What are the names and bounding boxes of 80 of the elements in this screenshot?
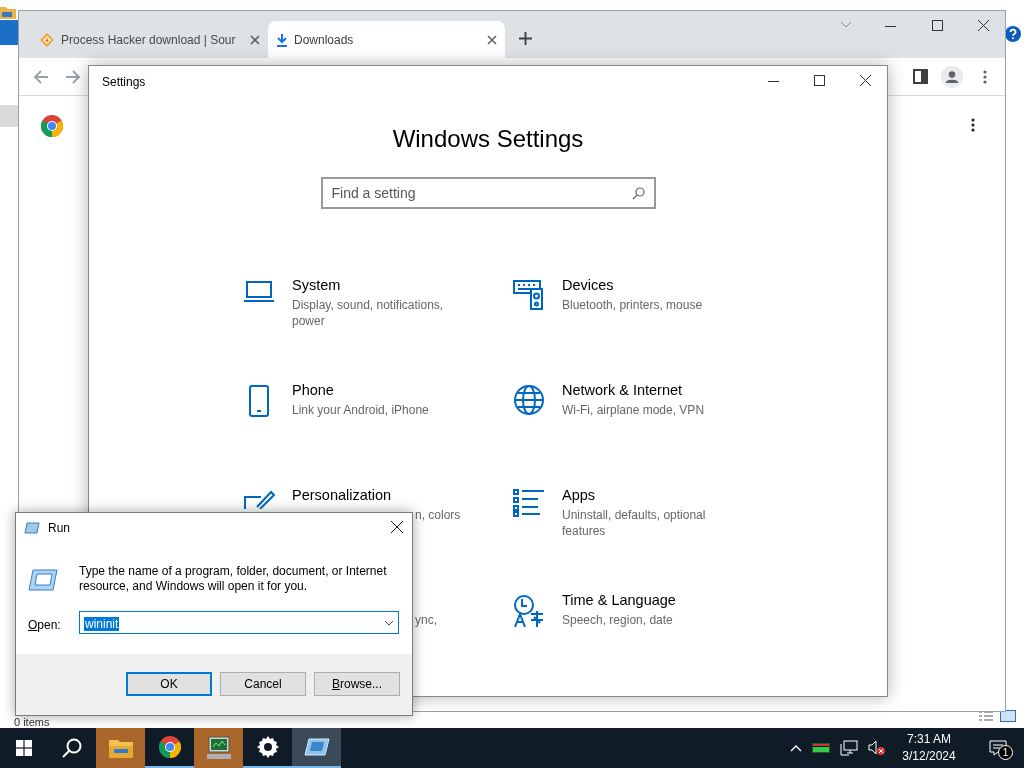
chevron-down-icon[interactable] [384,619,394,626]
category-title[interactable]: Time & Language [562,590,738,610]
pen-screen-icon [243,489,275,509]
open-value: wininit [84,616,120,631]
meter-icon[interactable] [812,743,830,753]
clock-date[interactable]: 3/12/2024 [902,748,956,765]
maximize-icon[interactable] [814,75,825,86]
run-icon [24,521,40,534]
profile-icon[interactable] [941,66,963,88]
category-description: n, colors [415,507,462,523]
category-description: Link your Android, iPhone [292,402,430,418]
chrome-logo-icon [157,735,182,759]
dialog-title: Run [48,519,70,537]
forward-icon[interactable] [65,69,81,85]
dialog-button[interactable]: Browse... [314,671,400,696]
search-icon [631,186,645,200]
dialog-button[interactable]: Cancel [220,671,306,696]
category-title[interactable]: System [292,275,468,295]
chevron-up-icon[interactable] [790,744,802,752]
diamond-icon [39,31,55,48]
run-icon [28,569,58,591]
category-title[interactable]: Network & Internet [562,380,738,400]
notification-icon [989,740,1007,756]
open-combo-box[interactable]: wininit [79,611,399,634]
folder-icon [0,5,16,19]
monitor-icon [205,736,232,760]
category-description: Display, sound, notifications, power [292,297,445,329]
search-input[interactable]: Find a setting [331,182,632,204]
side-panel-icon[interactable] [913,69,928,84]
run-icon [303,738,330,756]
tab-title: Downloads [294,31,355,49]
laptop-icon [243,279,275,305]
back-icon[interactable] [33,69,49,85]
dialog-button[interactable]: OK [126,671,212,696]
category-description: ync, [415,612,438,628]
category-description: Speech, region, date [562,612,674,628]
keyboard-speaker-icon [513,279,545,311]
tab-search-icon[interactable] [840,21,852,28]
details-view-icon[interactable] [979,711,993,722]
status-text: 0 items [14,716,50,728]
download-icon [276,32,288,47]
category-title[interactable]: Devices [562,275,738,295]
close-icon[interactable] [978,20,989,31]
action-center-button[interactable]: 1 [980,728,1016,768]
open-label: Open: [28,617,61,634]
globe-icon [513,384,545,416]
category-title[interactable]: Personalization [292,485,468,505]
browser-tab[interactable]: Downloads [268,21,505,58]
new-tab-icon[interactable] [519,32,532,45]
folder-icon [108,738,133,758]
menu-icon[interactable] [971,118,975,132]
clock-time[interactable]: 7:31 AM [907,731,951,748]
taskbar-app[interactable] [292,728,341,768]
notification-badge: 1 [998,745,1013,760]
tab-title: Process Hacker download | Sour [61,31,237,49]
category-title[interactable]: Phone [292,380,468,400]
help-icon[interactable] [1005,26,1021,42]
maximize-icon[interactable] [932,20,943,31]
category-title[interactable]: Apps [562,485,738,505]
window-title: Settings [102,74,146,91]
clock-letter-icon [513,594,545,628]
menu-icon[interactable] [983,70,987,84]
close-icon[interactable] [860,75,871,86]
thumbnail-view-icon[interactable] [1000,710,1016,722]
muted-speaker-icon[interactable] [868,740,886,756]
page-heading: Windows Settings [391,124,585,154]
list-icon [513,489,545,517]
windows-logo-icon [16,740,32,756]
prompt-text: Type the name of a program, folder, document, or Internet resource, and Windows will open it for you. [79,564,388,594]
close-icon[interactable] [487,34,497,45]
category-description: Wi-Fi, airplane mode, VPN [562,402,706,418]
search-field[interactable]: Find a setting [320,177,656,209]
category-description: Bluetooth, printers, mouse [562,297,704,313]
search-icon [62,738,82,758]
network-icon[interactable] [840,740,858,756]
chrome-logo-icon [40,114,64,138]
category-description: Uninstall, defaults, optional features [562,507,707,539]
gear-icon [256,736,279,758]
phone-icon [248,384,270,418]
close-icon[interactable] [391,521,403,533]
